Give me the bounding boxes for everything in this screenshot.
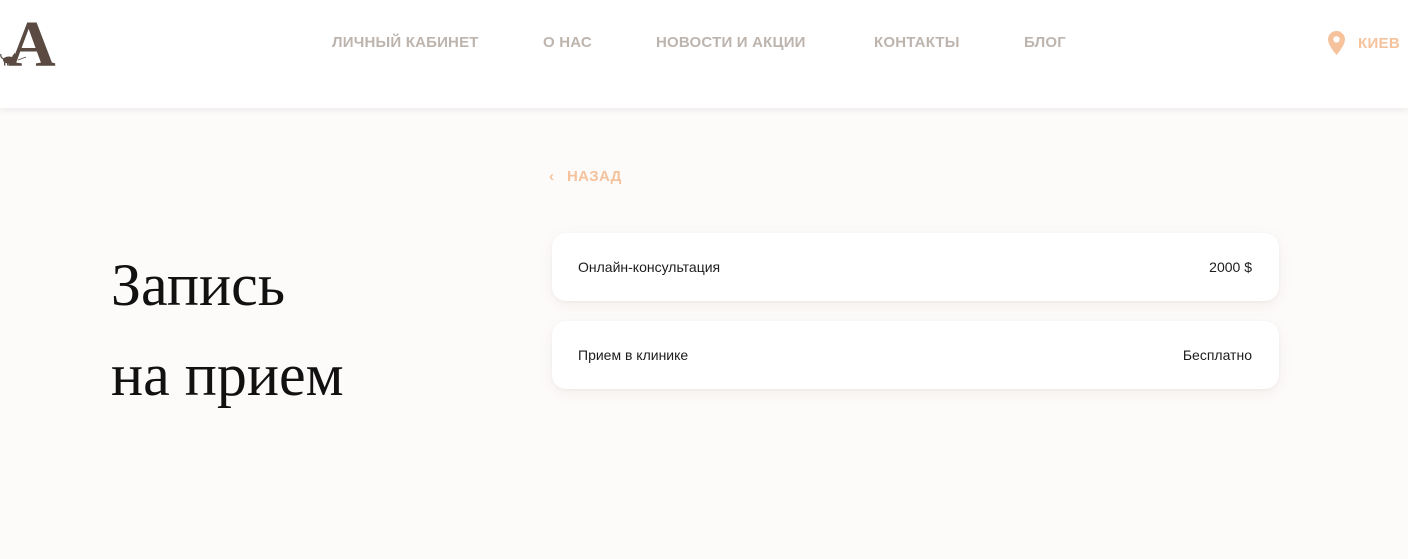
service-price: Бесплатно	[1182, 347, 1252, 363]
logo-letter: A	[8, 10, 56, 72]
location-pin-icon	[1328, 31, 1346, 55]
nav-item-news[interactable]: НОВОСТИ И АКЦИИ	[656, 34, 806, 51]
logo[interactable]: A	[0, 8, 70, 81]
city-selector[interactable]: КИЕВ	[1328, 30, 1400, 56]
city-label: КИЕВ	[1358, 34, 1400, 52]
logo-icon: A	[0, 8, 56, 81]
service-option-clinic[interactable]: Прием в клинике Бесплатно	[552, 321, 1279, 389]
nav-item-about[interactable]: О НАС	[543, 34, 592, 51]
back-link[interactable]: ‹ НАЗАД	[549, 168, 622, 185]
back-label: НАЗАД	[567, 168, 622, 185]
nav-item-contacts[interactable]: КОНТАКТЫ	[874, 34, 960, 51]
nav-item-blog[interactable]: БЛОГ	[1024, 34, 1066, 51]
service-name: Прием в клинике	[578, 347, 689, 363]
site-header: A ЛИЧНЫЙ КАБИНЕТ О НАС НОВОСТИ И АКЦИИ К…	[0, 0, 1408, 108]
service-name: Онлайн-консультация	[578, 259, 721, 275]
page-title-line-2: на прием	[111, 342, 344, 408]
page-title-line-1: Запись	[111, 252, 286, 318]
page-title: Запись на прием	[111, 240, 344, 420]
service-option-online[interactable]: Онлайн-консультация 2000 $	[552, 233, 1279, 301]
chevron-left-icon: ‹	[549, 168, 554, 185]
service-price: 2000 $	[1209, 259, 1252, 275]
nav-item-account[interactable]: ЛИЧНЫЙ КАБИНЕТ	[332, 34, 479, 51]
